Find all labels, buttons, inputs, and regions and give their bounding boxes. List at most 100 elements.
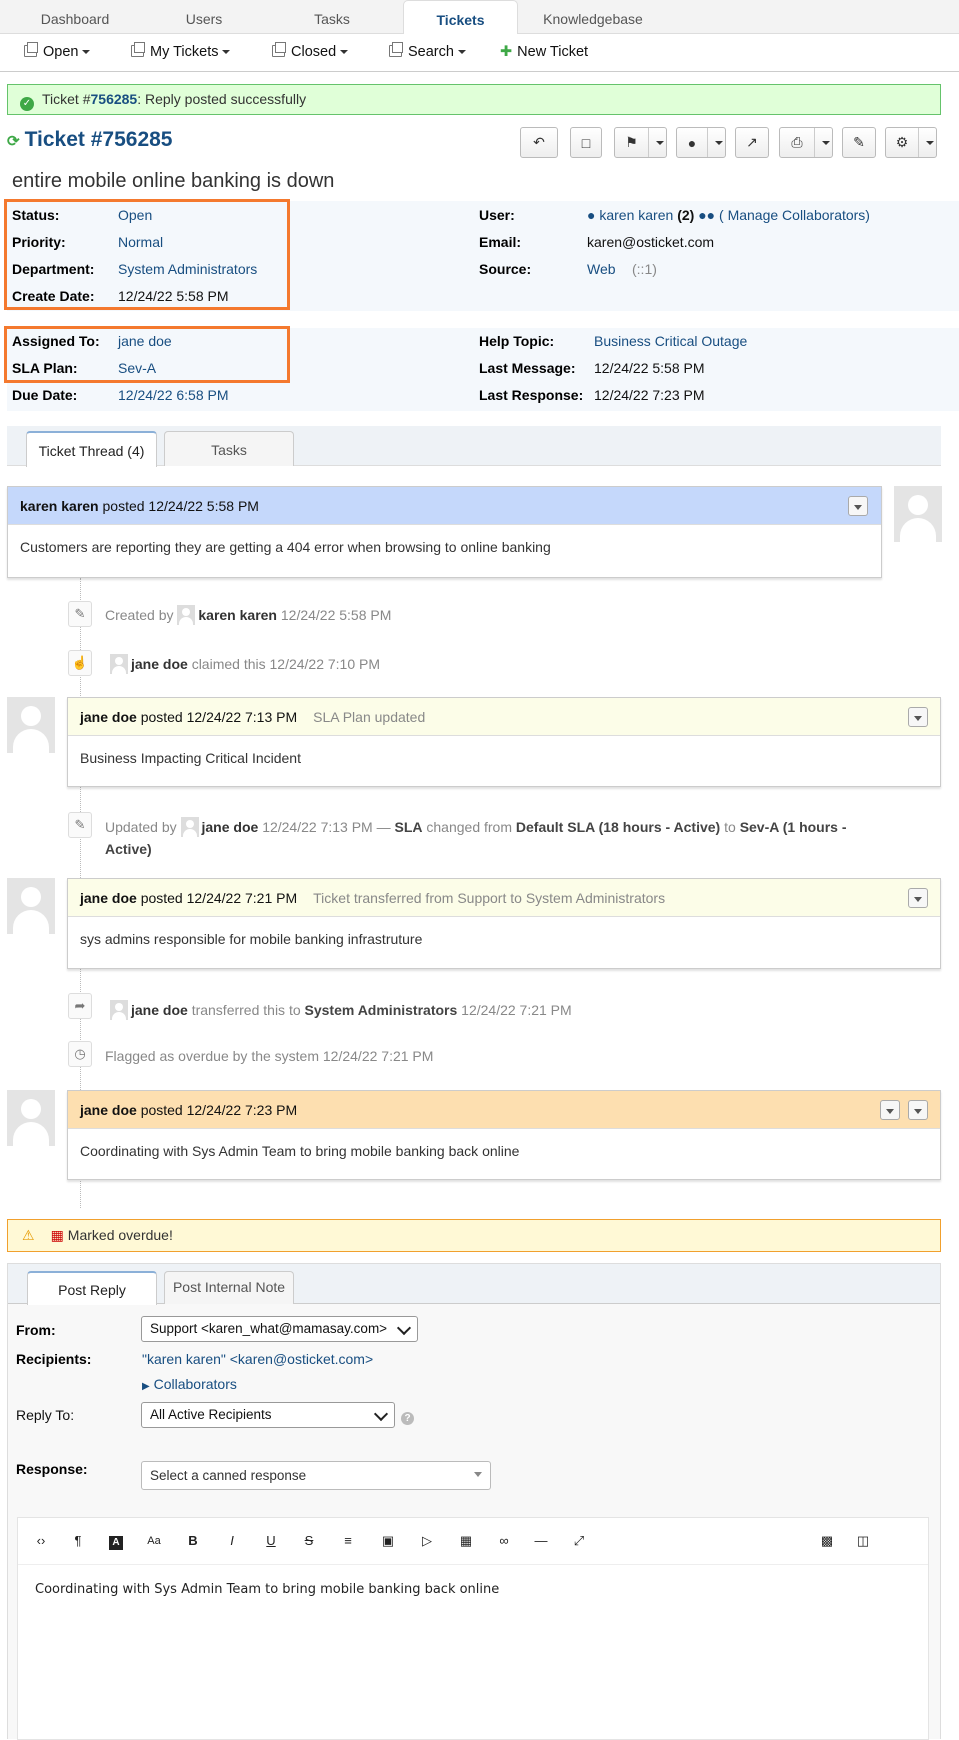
thread-entry: jane doe posted 12/24/22 7:23 PM Coordin… [67,1090,941,1180]
entry-timestamp: posted 12/24/22 7:13 PM [140,709,298,725]
clock-icon: ◷ [68,1041,92,1067]
last-message-value: 12/24/22 5:58 PM [594,360,705,376]
thumbs-up-icon: ☝ [68,650,92,676]
canned-response-select[interactable]: Select a canned response [141,1461,491,1490]
assign-menu-button[interactable]: ● [676,127,726,158]
search-icon [389,42,403,57]
highlight-box [4,199,290,310]
tab-tasks[interactable]: Tasks [164,431,294,466]
entry-user-button[interactable] [880,1100,900,1120]
print-pdf-button[interactable]: □ [570,127,602,158]
entry-options-button[interactable] [908,707,928,727]
overdue-text: Marked overdue! [67,1227,173,1243]
image-icon[interactable]: ▣ [376,1529,400,1553]
horizontal-rule-icon[interactable]: — [529,1529,553,1553]
event-user: jane doe [131,1002,188,1018]
paragraph-icon[interactable]: ¶ [66,1529,90,1553]
source-value: Web [587,261,616,277]
caret-icon [82,50,91,54]
video-icon[interactable]: ▷ [415,1529,439,1553]
canned-response-value: Select a canned response [150,1468,307,1483]
list-icon[interactable]: ≡ [336,1529,360,1553]
share-icon: ➦ [68,993,92,1019]
entry-author: jane doe [80,1102,137,1118]
tab-tickets[interactable]: Tickets [403,0,518,35]
help-icon[interactable]: ? [401,1408,414,1425]
link-icon[interactable]: ∞ [492,1529,516,1553]
settings-menu-button[interactable]: ⚙ [885,127,937,158]
user-label: User: [479,207,515,223]
event-text: Updated by [105,819,177,835]
open-tickets-menu[interactable]: Open [24,42,91,60]
entry-author: karen karen [20,498,99,514]
entry-body: Coordinating with Sys Admin Team to brin… [80,1143,520,1159]
entry-timestamp: posted 12/24/22 5:58 PM [102,498,259,514]
check-circle-icon: ✓ [20,97,34,111]
tab-users[interactable]: Users [150,0,258,34]
caret-icon [222,50,231,54]
entry-body: Customers are reporting they are getting… [20,539,551,555]
fullscreen-icon[interactable]: ⤢ [567,1529,591,1553]
bold-icon[interactable]: B [181,1529,205,1553]
print-menu-button[interactable]: ⎙ [779,127,833,158]
collaborators-toggle[interactable]: ▶ Collaborators [142,1376,237,1392]
banner-prefix: Ticket # [42,91,91,107]
my-tickets-label: My Tickets [150,44,219,60]
user-link[interactable]: karen karen [599,207,673,223]
closed-tickets-menu[interactable]: Closed [272,42,349,60]
code-view-icon[interactable]: ‹› [29,1529,53,1553]
tab-post-reply[interactable]: Post Reply [27,1271,157,1305]
tickets-icon [272,42,286,57]
refresh-icon[interactable]: ⟳ [7,133,20,150]
font-color-icon[interactable]: A [104,1529,128,1553]
search-menu[interactable]: Search [389,42,466,60]
from-select[interactable]: Support <karen_what@mamasay.com> [141,1316,418,1342]
reply-to-select[interactable]: All Active Recipients [141,1402,395,1428]
overdue-icon: ▦ [50,1227,64,1243]
event-old-value: Default SLA (18 hours - Active) [515,819,721,835]
caret-icon [457,50,466,54]
tab-post-internal-note[interactable]: Post Internal Note [164,1271,294,1304]
reply-icon: ↶ [533,134,545,150]
tab-ticket-thread[interactable]: Ticket Thread (4) [26,431,157,467]
italic-icon[interactable]: I [220,1529,244,1553]
entry-options-button[interactable] [908,888,928,908]
reply-button[interactable]: ↶ [520,127,558,158]
avatar [7,697,55,753]
reply-panel: Post Reply Post Internal Note From: Supp… [7,1263,941,1740]
trash-icon[interactable]: ◫ [851,1529,875,1553]
entry-body: Business Impacting Critical Incident [80,750,301,766]
chevron-down-icon [396,1320,412,1336]
response-label: Response: [16,1461,88,1477]
caret-icon [714,140,723,145]
editor-content[interactable]: Coordinating with Sys Admin Team to brin… [35,1582,499,1597]
open-label: Open [43,44,79,60]
banner-ticket-link[interactable]: 756285 [91,91,138,107]
my-tickets-menu[interactable]: My Tickets [131,42,231,60]
save-draft-icon[interactable]: ▩ [815,1529,839,1553]
event-text: to [724,819,736,835]
transfer-button[interactable]: ↗ [735,127,769,158]
underline-icon[interactable]: U [259,1529,283,1553]
strikethrough-icon[interactable]: S [297,1529,321,1553]
tab-dashboard[interactable]: Dashboard [0,0,150,34]
event-text: claimed this 12/24/22 7:10 PM [191,656,381,672]
avatar [7,1090,55,1146]
caret-icon [925,140,934,145]
tab-tasks[interactable]: Tasks [276,0,388,34]
pencil-icon: ✎ [68,601,92,627]
entry-options-button[interactable] [908,1100,928,1120]
new-ticket-link[interactable]: ✚ New Ticket [500,44,588,60]
manage-collaborators-link[interactable]: ( Manage Collaborators) [719,207,870,223]
tab-knowledgebase[interactable]: Knowledgebase [528,0,658,34]
event-updated: Updated by jane doe 12/24/22 7:13 PM — S… [105,816,885,860]
flag-menu-button[interactable]: ⚑ [614,127,667,158]
entry-options-button[interactable] [848,496,868,516]
edit-button[interactable]: ✎ [842,127,876,158]
entry-note: Ticket transferred from Support to Syste… [313,890,666,906]
table-icon[interactable]: ▦ [454,1529,478,1553]
font-size-icon[interactable]: Aa [142,1529,166,1553]
caret-icon [821,140,830,145]
source-ip: (::1) [632,261,657,277]
ticket-number-link[interactable]: Ticket #756285 [25,128,173,151]
